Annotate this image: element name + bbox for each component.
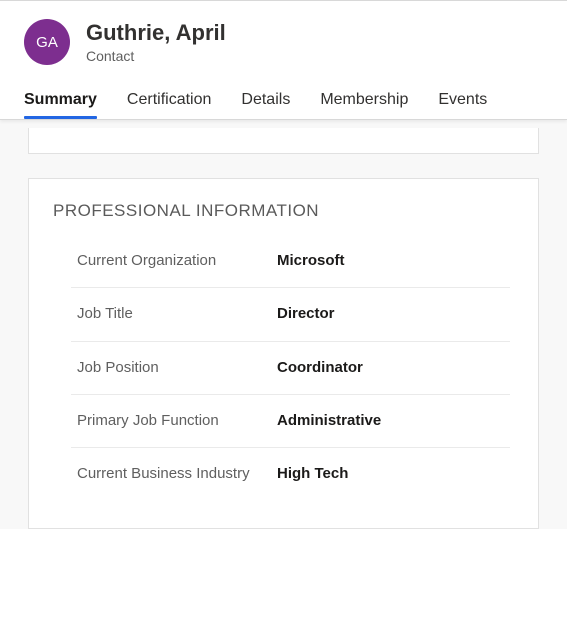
tab-certification[interactable]: Certification (127, 85, 211, 119)
tab-events[interactable]: Events (438, 85, 487, 119)
field-row-primary-job-function: Primary Job Function Administrative (71, 395, 510, 448)
field-value: Director (277, 304, 335, 324)
field-label: Current Organization (77, 251, 277, 271)
field-value: Administrative (277, 411, 381, 431)
field-label: Job Position (77, 358, 277, 378)
field-label: Primary Job Function (77, 411, 277, 431)
field-value: Microsoft (277, 251, 345, 271)
tab-summary[interactable]: Summary (24, 85, 97, 119)
field-row-job-position: Job Position Coordinator (71, 342, 510, 395)
tab-membership[interactable]: Membership (320, 85, 408, 119)
tab-details[interactable]: Details (241, 85, 290, 119)
record-title: Guthrie, April (86, 20, 226, 46)
field-row-current-organization: Current Organization Microsoft (71, 235, 510, 288)
field-row-current-business-industry: Current Business Industry High Tech (71, 448, 510, 500)
field-label: Job Title (77, 304, 277, 324)
identity-block: GA Guthrie, April Contact (0, 1, 567, 79)
tab-strip: Summary Certification Details Membership… (0, 79, 567, 119)
avatar-initials: GA (36, 34, 58, 51)
field-list: Current Organization Microsoft Job Title… (53, 235, 514, 500)
section-heading: PROFESSIONAL INFORMATION (53, 201, 514, 221)
content-area: PROFESSIONAL INFORMATION Current Organiz… (0, 120, 567, 529)
name-block: Guthrie, April Contact (86, 20, 226, 63)
record-subtitle: Contact (86, 48, 226, 64)
field-label: Current Business Industry (77, 464, 277, 484)
field-value: High Tech (277, 464, 348, 484)
previous-card-fragment (28, 128, 539, 154)
avatar: GA (24, 19, 70, 65)
field-row-job-title: Job Title Director (71, 288, 510, 341)
professional-information-card: PROFESSIONAL INFORMATION Current Organiz… (28, 178, 539, 529)
field-value: Coordinator (277, 358, 363, 378)
header-region: GA Guthrie, April Contact Summary Certif… (0, 0, 567, 120)
